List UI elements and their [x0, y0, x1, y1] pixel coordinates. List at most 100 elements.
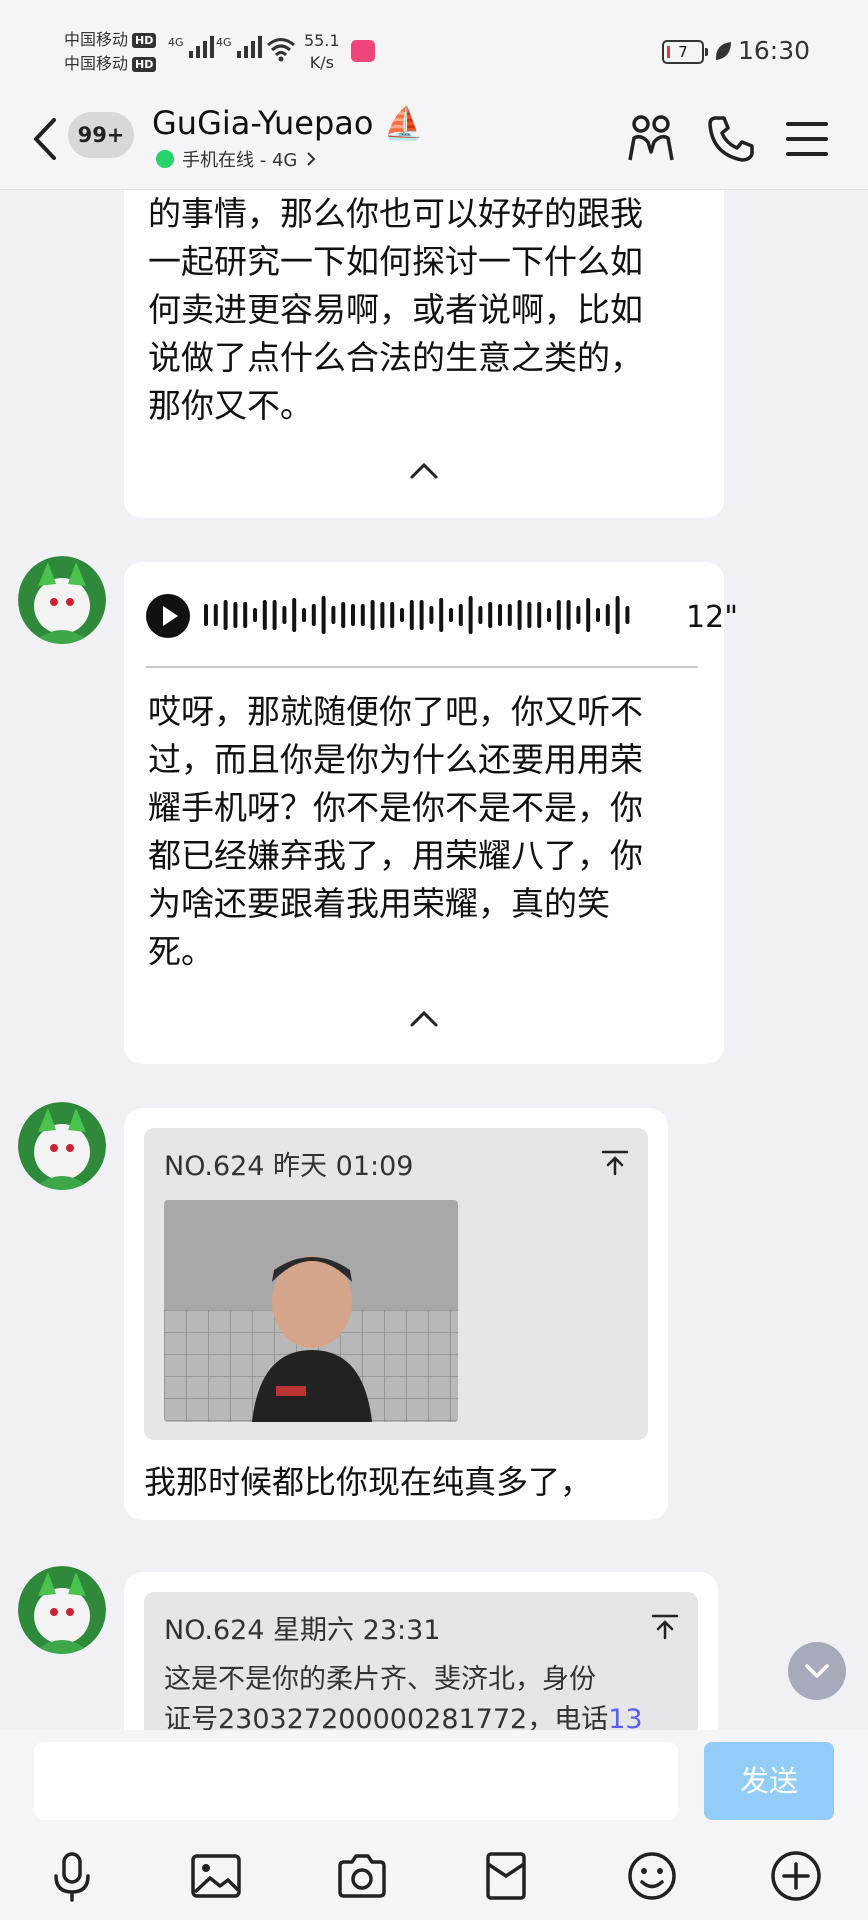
- hd-badge: HD: [132, 56, 157, 72]
- power-saving-leaf-icon: [715, 42, 731, 60]
- network-speed: 55.1 K/s: [304, 31, 340, 72]
- contact-name[interactable]: GuGia-Yuepao ⛵: [152, 104, 423, 142]
- message-bubble[interactable]: 的事情，那么你也可以好好的跟我 一起研究一下如何探讨一下什么如 何卖进更容易啊，…: [124, 190, 724, 518]
- collapse-chevron-icon[interactable]: [406, 460, 442, 482]
- jump-to-original-icon[interactable]: [650, 1612, 680, 1642]
- waveform-bar: [253, 608, 257, 622]
- image-icon[interactable]: [188, 1848, 244, 1904]
- voice-duration: 12": [686, 600, 738, 635]
- quoted-message[interactable]: NO.624 星期六 23:31 这是不是你的柔片齐、斐济北，身份 证号2303…: [144, 1592, 698, 1730]
- waveform-bar: [576, 606, 581, 624]
- waveform-bar: [243, 602, 248, 628]
- waveform-bar: [311, 604, 316, 626]
- online-status[interactable]: 手机在线 - 4G: [156, 146, 317, 172]
- waveform-bar: [400, 608, 404, 622]
- waveform-bar: [625, 606, 630, 624]
- reply-message-bubble[interactable]: NO.624 星期六 23:31 这是不是你的柔片齐、斐济北，身份 证号2303…: [124, 1572, 718, 1730]
- waveform-bar: [370, 600, 375, 630]
- chevron-down-icon: [805, 1664, 829, 1678]
- waveform-bar: [223, 600, 228, 630]
- waveform-bar: [586, 598, 591, 632]
- waveform-bar: [498, 604, 502, 626]
- play-icon: [163, 606, 178, 626]
- waveform-bar: [458, 604, 463, 626]
- waveform-bar: [566, 600, 571, 630]
- voice-player[interactable]: 12": [146, 590, 738, 640]
- menu-icon[interactable]: [780, 112, 834, 166]
- voice-message-bubble[interactable]: 12" 哎呀，那就随便你了吧，你又听不 过，而且你是你为什么还要用用荣 耀手机呀…: [124, 562, 738, 1064]
- avatar[interactable]: [18, 1102, 106, 1190]
- unread-count-badge[interactable]: 99+: [68, 112, 134, 158]
- signal-icon: 4G: [216, 36, 262, 58]
- scroll-to-bottom-button[interactable]: [788, 1642, 846, 1700]
- waveform-bar: [213, 604, 218, 626]
- status-bar: 中国移动 HD 中国移动 HD 4G 4G 55.1 K/s 7 16:30: [0, 0, 868, 100]
- quote-header: NO.624 星期六 23:31: [164, 1615, 441, 1646]
- carrier-2: 中国移动: [64, 54, 129, 73]
- collapse-chevron-icon[interactable]: [406, 1008, 442, 1030]
- battery-icon: 7: [662, 40, 708, 64]
- reply-text: 我那时候都比你现在纯真多了，: [144, 1463, 593, 1501]
- avatar[interactable]: [18, 556, 106, 644]
- red-packet-icon[interactable]: [478, 1848, 534, 1904]
- voice-transcript-text: 哎呀，那就随便你了吧，你又听不 过，而且你是你为什么还要用用荣 耀手机呀？你不是…: [148, 692, 643, 971]
- quoted-message[interactable]: NO.624 昨天 01:09: [144, 1128, 648, 1440]
- waveform-bar: [537, 602, 542, 628]
- plus-icon[interactable]: [768, 1848, 824, 1904]
- waveform-bar: [488, 602, 493, 628]
- waveform-bar: [615, 596, 620, 634]
- waveform-bar: [478, 606, 483, 624]
- waveform-bar: [605, 604, 610, 626]
- back-arrow-icon[interactable]: [28, 114, 64, 164]
- voice-waveform: [204, 596, 630, 634]
- play-button[interactable]: [146, 594, 190, 638]
- signal-icon: 4G: [168, 36, 214, 58]
- waveform-bar: [341, 602, 346, 628]
- waveform-bar: [380, 602, 385, 628]
- waveform-bar: [272, 600, 277, 630]
- waveform-bar: [468, 596, 473, 634]
- waveform-bar: [556, 600, 561, 630]
- waveform-bar: [321, 596, 326, 634]
- waveform-bar: [331, 606, 336, 624]
- waveform-bar: [351, 604, 355, 626]
- reply-message-bubble[interactable]: NO.624 昨天 01:09 我那时候都比你现在纯真多了，: [124, 1108, 668, 1520]
- microphone-icon[interactable]: [44, 1848, 100, 1904]
- quoted-photo[interactable]: [164, 1200, 458, 1422]
- group-members-icon[interactable]: [624, 112, 678, 166]
- jump-to-original-icon[interactable]: [600, 1148, 630, 1178]
- waveform-bar: [360, 604, 365, 626]
- avatar[interactable]: [18, 1566, 106, 1654]
- quote-header: NO.624 昨天 01:09: [164, 1151, 414, 1182]
- waveform-bar: [429, 606, 434, 624]
- waveform-bar: [596, 608, 600, 622]
- waveform-bar: [527, 602, 532, 628]
- waveform-bar: [439, 598, 444, 632]
- waveform-bar: [302, 608, 306, 622]
- waveform-bar: [547, 608, 551, 622]
- emoji-icon[interactable]: [624, 1848, 680, 1904]
- carrier-1: 中国移动: [64, 30, 129, 49]
- message-text: 的事情，那么你也可以好好的跟我 一起研究一下如何探讨一下什么如 何卖进更容易啊，…: [148, 194, 643, 425]
- message-input[interactable]: [34, 1742, 678, 1820]
- message-list[interactable]: 的事情，那么你也可以好好的跟我 一起研究一下如何探讨一下什么如 何卖进更容易啊，…: [0, 190, 868, 1730]
- carrier-info: 中国移动 HD 中国移动 HD: [64, 28, 157, 76]
- phone-call-icon[interactable]: [704, 112, 758, 166]
- waveform-bar: [282, 606, 287, 624]
- app-notification-icon: [351, 40, 375, 62]
- camera-icon[interactable]: [334, 1848, 390, 1904]
- waveform-bar: [409, 600, 414, 630]
- divider: [146, 666, 698, 668]
- online-status-text: 手机在线 - 4G: [182, 150, 298, 171]
- quote-text: 这是不是你的柔片齐、斐济北，身份 证号2303272000002817​72，电…: [164, 1660, 684, 1730]
- chevron-right-icon: [307, 152, 316, 166]
- waveform-bar: [204, 604, 208, 626]
- waveform-bar: [292, 598, 297, 632]
- input-bar: 发送: [0, 1730, 868, 1920]
- online-dot-icon: [156, 150, 174, 168]
- send-button[interactable]: 发送: [704, 1742, 834, 1820]
- wifi-icon: [267, 38, 295, 62]
- waveform-bar: [419, 600, 424, 630]
- waveform-bar: [517, 600, 522, 630]
- phone-number-link[interactable]: 13: [608, 1704, 642, 1730]
